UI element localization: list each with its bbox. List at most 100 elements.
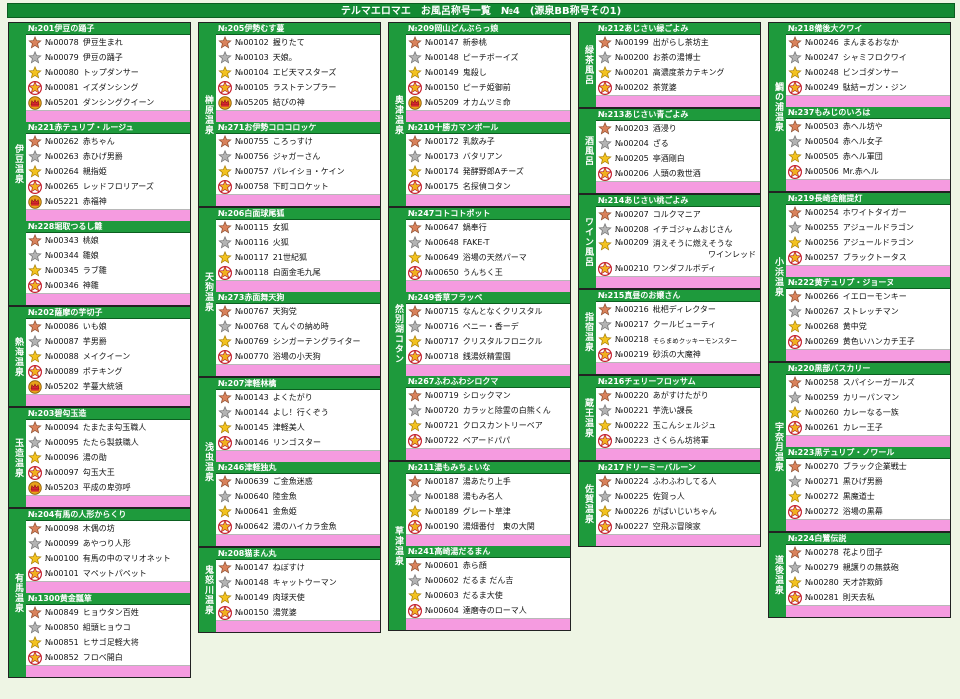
- block-header: №207津軽林檎: [216, 378, 380, 390]
- pink-footer-bar: [786, 519, 950, 531]
- title-name: 赤ひげ男爵: [82, 152, 123, 161]
- title-number: №00270: [805, 462, 839, 471]
- title-name: 陸金魚: [272, 492, 297, 501]
- onsen-name: 指宿温泉: [579, 290, 596, 374]
- pink-footer-bar: [406, 280, 570, 292]
- title-name: ブラック企業戦士: [842, 462, 907, 471]
- title-row: №00095 たたら製鉄職人: [26, 435, 190, 450]
- title-row: №00115 女狐: [216, 220, 380, 235]
- bronze-medal-icon: [598, 35, 612, 50]
- title-number: №00226: [615, 507, 649, 516]
- title-number: №00210: [615, 264, 649, 273]
- title-number: №00279: [805, 563, 839, 572]
- gold-medal-icon: [28, 65, 42, 80]
- gold-medal-icon: [408, 588, 422, 603]
- gold-medal-icon: [788, 489, 802, 504]
- title-row: №00202 茶覚婆: [596, 80, 760, 95]
- title-row: №00757 パレイショ・ケイン: [216, 164, 380, 179]
- gold-medal-icon: [788, 65, 802, 80]
- title-number: №00344: [45, 251, 79, 260]
- title-row: №00078 伊豆生まれ: [26, 35, 190, 50]
- title-number: №00850: [45, 623, 79, 632]
- title-row: №00210 ワンダフルボディ: [596, 261, 760, 276]
- title-number: №00188: [425, 492, 459, 501]
- silver-medal-icon: [218, 575, 232, 590]
- title-block: №237もみじのいろは №00503 赤へル坊や №00504 赤へル女子 №00505 赤…: [786, 107, 950, 191]
- title-number: №00639: [235, 477, 269, 486]
- bronze-medal-icon: [218, 390, 232, 405]
- gold-medal-icon: [598, 65, 612, 80]
- onsen-name: 浅虫温泉: [199, 378, 216, 546]
- bronze-medal-icon: [408, 220, 422, 235]
- title-name: 砂浜の大魔神: [652, 350, 701, 359]
- title-name: ポテキング: [82, 367, 123, 376]
- title-number: №00266: [805, 292, 839, 301]
- special-medal-icon: [28, 278, 42, 293]
- title-number: №00642: [235, 522, 269, 531]
- title-name: 湯畑番付 東の大関: [462, 522, 535, 531]
- title-number: №00717: [425, 337, 459, 346]
- title-number: №00217: [615, 320, 649, 329]
- title-number: №00087: [45, 337, 79, 346]
- title-name: 消えそうに燃えそうな: [652, 239, 733, 248]
- title-row: №00190 湯畑番付 東の大関: [406, 519, 570, 534]
- gold-medal-icon: [218, 164, 232, 179]
- title-row: №05201 ダンシングクイーン: [26, 95, 190, 110]
- crown-medal-icon: [28, 194, 42, 209]
- title-block: №224白鷺伝説 №00278 花より団子 №00279 親譲りの無鉄砲 №00280 天才…: [786, 533, 950, 617]
- title-name: 21世紀狐: [272, 253, 307, 262]
- onsen-name: 熱海温泉: [9, 307, 26, 406]
- pink-footer-bar: [786, 265, 950, 277]
- title-row: №00204 ざる: [596, 136, 760, 151]
- title-number: №00116: [235, 238, 269, 247]
- title-name: 肉球天使: [272, 593, 305, 602]
- title-number: №00262: [45, 137, 79, 146]
- block-header: №206白面球尾狐: [216, 208, 380, 220]
- gold-medal-icon: [598, 418, 612, 433]
- title-row: №00144 よし！行くぞう: [216, 405, 380, 420]
- title-name: よくたがり: [272, 393, 313, 402]
- bronze-medal-icon: [788, 375, 802, 390]
- title-number: №00260: [805, 408, 839, 417]
- title-row: №00346 神雛: [26, 278, 190, 293]
- bronze-medal-icon: [598, 388, 612, 403]
- block-header: №218備後大クワイ: [786, 23, 950, 35]
- onsen-name: 道後温泉: [769, 533, 786, 617]
- title-name: まんまるおなか: [842, 38, 899, 47]
- title-row: №00256 アジュールドラゴン: [786, 235, 950, 250]
- page-title: テルマエロマエ お風呂称号一覧 №4 (源泉BB称号その1): [7, 3, 955, 18]
- title-row: №00249 駄結＝ガン・ジン: [786, 80, 950, 95]
- title-name: スパイシーガールズ: [842, 378, 915, 387]
- block-header: №217ドリーミーバルーン: [596, 462, 760, 474]
- pink-footer-bar: [596, 362, 760, 374]
- title-number: №00099: [45, 539, 79, 548]
- bronze-medal-icon: [28, 233, 42, 248]
- title-number: №00118: [235, 268, 269, 277]
- title-number: №00601: [425, 561, 459, 570]
- title-name: ふわふわしてる人: [652, 477, 717, 486]
- title-number: №05203: [45, 483, 79, 492]
- onsen-name: 鯛の浦温泉: [769, 23, 786, 191]
- title-name: 芋洗い課長: [652, 406, 693, 415]
- pink-footer-bar: [216, 110, 380, 122]
- title-number: №00102: [235, 38, 269, 47]
- title-number: №00257: [805, 253, 839, 262]
- bronze-medal-icon: [28, 134, 42, 149]
- title-row: №00604 達磨寺のローマ人: [406, 603, 570, 618]
- pink-footer-bar: [786, 435, 950, 447]
- title-number: №00098: [45, 524, 79, 533]
- title-row: №00145 津軽美人: [216, 420, 380, 435]
- title-row: №00147 ねぼすけ: [216, 560, 380, 575]
- title-name: FAKE-T: [462, 238, 490, 247]
- title-row: №00116 火狐: [216, 235, 380, 250]
- pink-footer-bar: [26, 293, 190, 305]
- bronze-medal-icon: [408, 474, 422, 489]
- title-block: №201伊豆の踊子 №00078 伊豆生まれ №00079 伊豆の踊子 №00080 トップ…: [26, 23, 190, 122]
- gold-medal-icon: [408, 164, 422, 179]
- title-block: №273赤面舞天狗 №00767 天狗党 №00768 てんぐの納め時 №00769 シンガ…: [216, 292, 380, 376]
- title-number: №00261: [805, 423, 839, 432]
- pink-footer-bar: [26, 110, 190, 122]
- title-name: 花より団子: [842, 548, 883, 557]
- title-name: ヒョウタン百姓: [82, 608, 139, 617]
- special-medal-icon: [218, 265, 232, 280]
